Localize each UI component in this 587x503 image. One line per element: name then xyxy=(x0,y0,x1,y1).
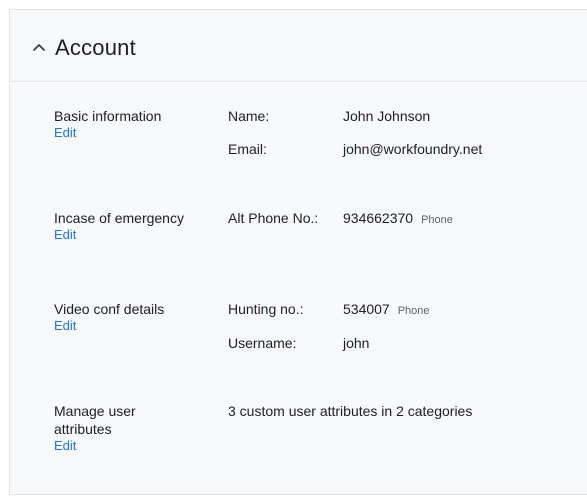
edit-user-attributes-link[interactable]: Edit xyxy=(54,438,136,454)
hunting-no-value: 534007 xyxy=(343,301,390,317)
section-title: Basic information xyxy=(54,108,162,124)
section-title: Video conf details xyxy=(54,301,165,317)
chevron-up-icon[interactable] xyxy=(31,41,47,53)
edit-emergency-link[interactable]: Edit xyxy=(54,227,184,243)
section-manage-user-attributes: Manage user attributes Edit xyxy=(54,402,136,454)
section-title: Incase of emergency xyxy=(54,210,184,226)
edit-video-conf-link[interactable]: Edit xyxy=(54,318,164,334)
section-title-line-1: Manage user xyxy=(54,403,136,419)
edit-basic-information-link[interactable]: Edit xyxy=(54,125,161,141)
hunting-no-row: 534007 Phone xyxy=(343,300,430,320)
account-card: Account Basic information Edit Name: Joh… xyxy=(9,9,587,495)
section-emergency: Incase of emergency Edit xyxy=(54,209,184,243)
phone-tag: Phone xyxy=(397,305,430,317)
name-value: John Johnson xyxy=(343,108,431,124)
section-video-conf: Video conf details Edit xyxy=(54,300,164,334)
username-value: john xyxy=(343,335,370,351)
account-header[interactable]: Account xyxy=(10,10,587,82)
email-value: john@workfoundry.net xyxy=(343,141,483,157)
section-basic-information: Basic information Edit xyxy=(54,107,161,141)
section-title-line-2: attributes xyxy=(54,421,112,437)
email-label: Email: xyxy=(228,141,267,157)
name-label: Name: xyxy=(228,108,270,124)
alt-phone-value: 934662370 xyxy=(343,210,414,226)
account-title: Account xyxy=(55,35,136,60)
user-attributes-summary: 3 custom user attributes in 2 categories xyxy=(228,403,473,419)
phone-tag: Phone xyxy=(421,214,453,226)
username-label: Username: xyxy=(228,335,297,351)
alt-phone-label: Alt Phone No.: xyxy=(228,210,319,226)
hunting-no-label: Hunting no.: xyxy=(228,301,304,317)
alt-phone-row: 934662370 Phone xyxy=(343,209,453,229)
